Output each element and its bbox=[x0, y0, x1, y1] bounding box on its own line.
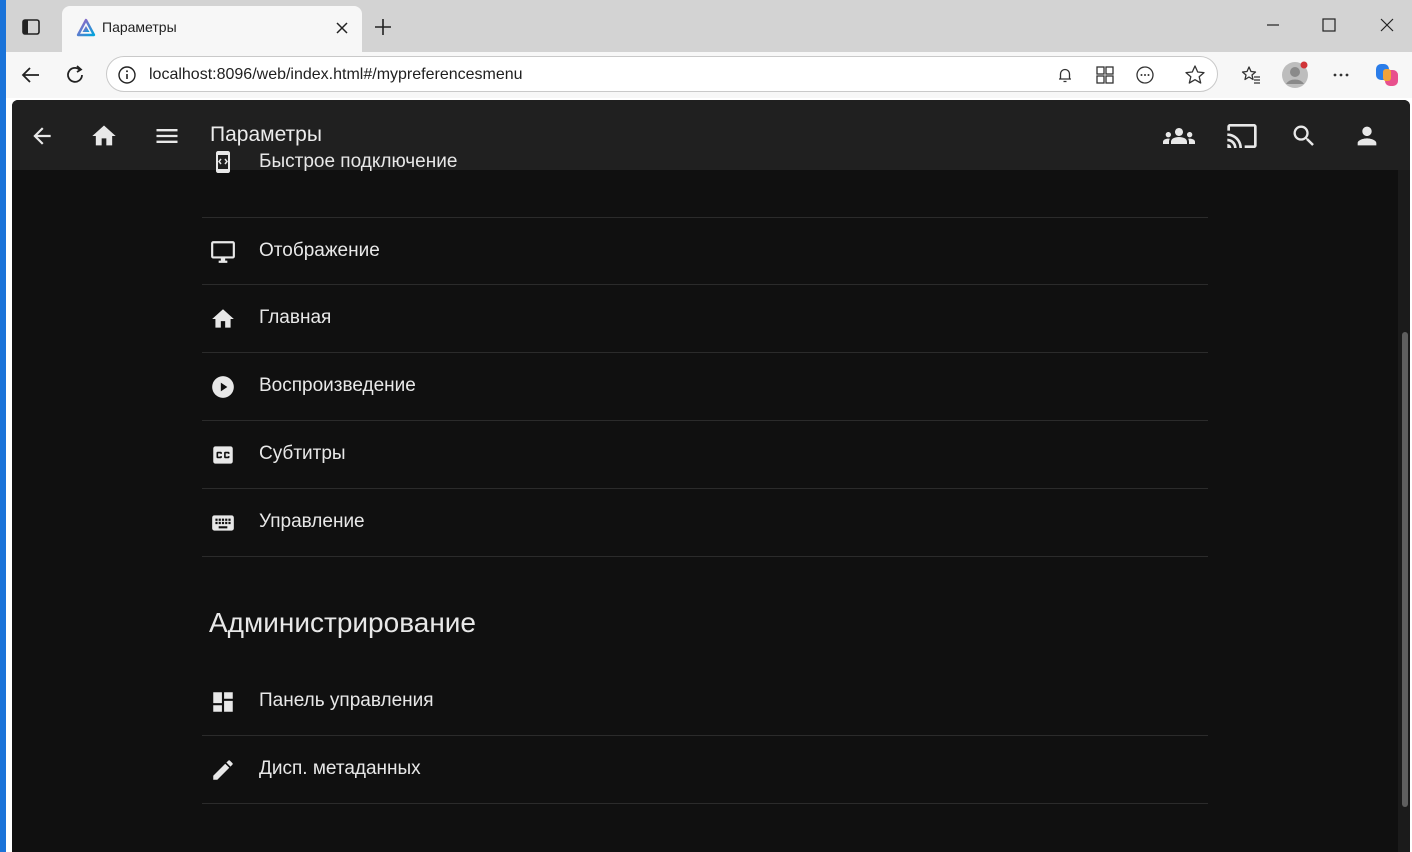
menu-item-home[interactable]: Главная bbox=[202, 285, 1208, 353]
copilot-icon[interactable] bbox=[1372, 60, 1402, 90]
user-icon[interactable] bbox=[1349, 118, 1385, 154]
menu-item-label: Главная bbox=[259, 307, 332, 328]
jellyfin-page: Параметры Быстрое подключение Отображени… bbox=[12, 100, 1410, 852]
play-circle-icon bbox=[210, 374, 236, 400]
search-icon[interactable] bbox=[1286, 118, 1322, 154]
page-options-icon[interactable] bbox=[1133, 63, 1157, 87]
url-text[interactable]: localhost:8096/web/index.html#/myprefere… bbox=[149, 65, 523, 85]
scrollbar-thumb[interactable] bbox=[1402, 332, 1408, 807]
minimize-icon[interactable] bbox=[1258, 10, 1288, 40]
tab-close-icon[interactable] bbox=[332, 18, 352, 38]
jellyfin-favicon-icon bbox=[76, 18, 96, 38]
browser-tab-bar: Параметры bbox=[6, 0, 1412, 52]
tab-title: Параметры bbox=[102, 19, 177, 35]
closed-caption-icon bbox=[210, 442, 236, 468]
favorites-icon[interactable] bbox=[1236, 60, 1266, 90]
menu-item-label: Отображение bbox=[259, 240, 380, 261]
browser-toolbar: localhost:8096/web/index.html#/myprefere… bbox=[6, 52, 1412, 98]
refresh-icon[interactable] bbox=[60, 60, 90, 90]
admin-section-title: Администрирование bbox=[209, 607, 476, 638]
quick-connect-icon bbox=[210, 149, 236, 175]
back-arrow-icon[interactable] bbox=[24, 118, 60, 154]
menu-item-playback[interactable]: Воспроизведение bbox=[202, 353, 1208, 421]
browser-tab-active[interactable]: Параметры bbox=[62, 6, 362, 52]
notification-bell-icon[interactable] bbox=[1053, 63, 1077, 87]
extensions-icon[interactable] bbox=[1093, 63, 1117, 87]
menu-item-display[interactable]: Отображение bbox=[202, 218, 1208, 285]
new-tab-icon[interactable] bbox=[370, 14, 396, 40]
menu-item-dashboard[interactable]: Панель управления bbox=[202, 668, 1208, 736]
home-icon[interactable] bbox=[86, 118, 122, 154]
dashboard-icon bbox=[210, 689, 236, 715]
syncplay-group-icon[interactable] bbox=[1161, 118, 1197, 154]
menu-item-label: Быстрое подключение bbox=[259, 151, 458, 172]
display-icon bbox=[210, 239, 236, 265]
info-icon[interactable] bbox=[117, 65, 137, 85]
menu-item-subtitles[interactable]: Субтитры bbox=[202, 421, 1208, 489]
menu-item-label: Воспроизведение bbox=[259, 375, 416, 396]
menu-item-label: Субтитры bbox=[259, 443, 346, 464]
more-icon[interactable] bbox=[1326, 60, 1356, 90]
page-title: Параметры bbox=[210, 123, 322, 146]
cast-icon[interactable] bbox=[1224, 118, 1260, 154]
menu-item-label: Дисп. метаданных bbox=[259, 758, 421, 779]
address-bar[interactable]: localhost:8096/web/index.html#/myprefere… bbox=[106, 56, 1218, 92]
menu-item-metadata-manager[interactable]: Дисп. метаданных bbox=[202, 736, 1208, 804]
edit-pencil-icon bbox=[210, 757, 236, 783]
profile-avatar-icon[interactable] bbox=[1280, 60, 1310, 90]
menu-item-label: Управление bbox=[259, 511, 365, 532]
maximize-icon[interactable] bbox=[1314, 10, 1344, 40]
menu-item-controls[interactable]: Управление bbox=[202, 489, 1208, 557]
back-icon[interactable] bbox=[16, 60, 46, 90]
menu-item-label: Панель управления bbox=[259, 690, 434, 711]
favorite-star-icon[interactable] bbox=[1183, 63, 1207, 87]
scrollbar-track[interactable] bbox=[1398, 170, 1410, 852]
menu-icon[interactable] bbox=[149, 118, 185, 154]
keyboard-icon bbox=[210, 510, 236, 536]
desktop-edge bbox=[0, 0, 6, 852]
menu-item-quick-connect[interactable]: Быстрое подключение bbox=[202, 151, 1208, 218]
close-window-icon[interactable] bbox=[1372, 10, 1402, 40]
tab-actions-icon[interactable] bbox=[18, 14, 44, 40]
home-icon bbox=[210, 306, 236, 332]
